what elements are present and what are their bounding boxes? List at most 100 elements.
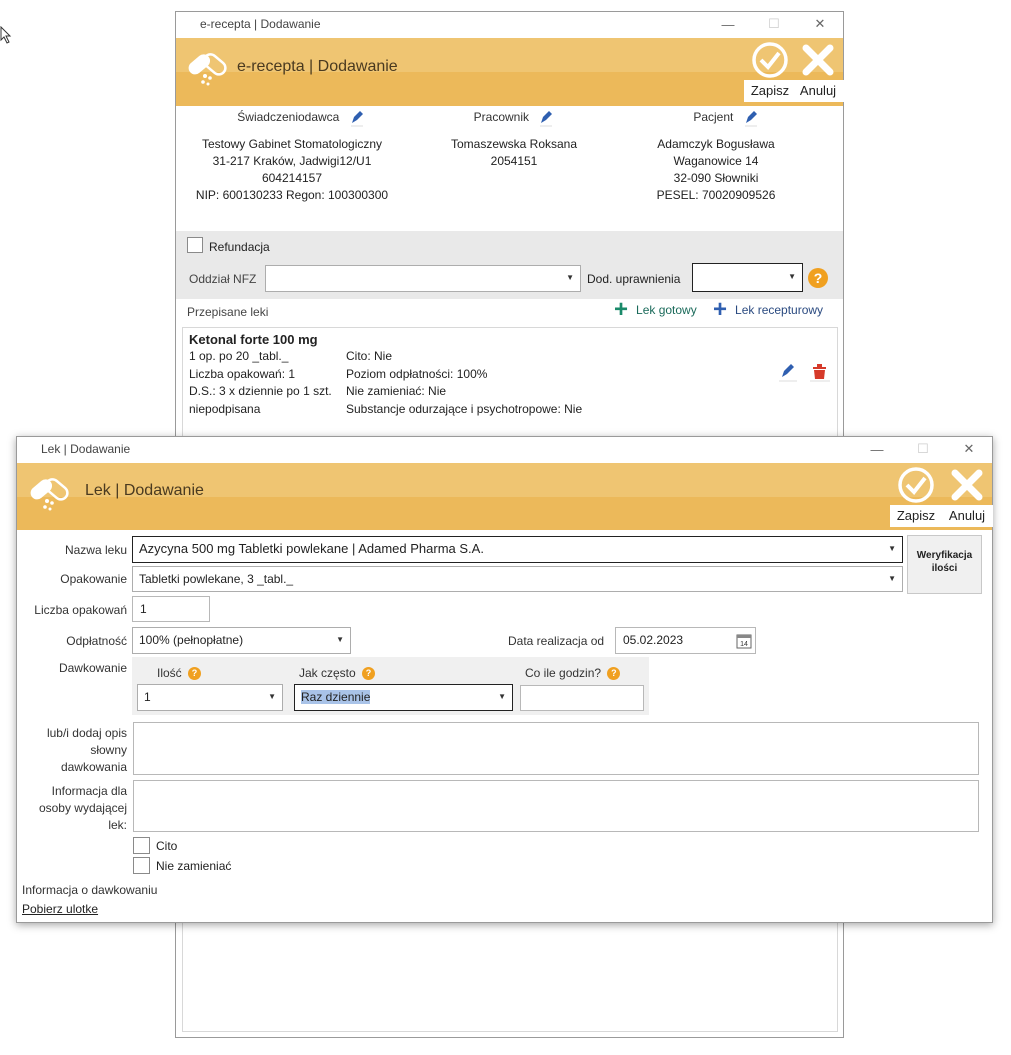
trash-icon[interactable] (810, 362, 830, 382)
drug-name: Ketonal forte 100 mg (189, 332, 318, 347)
add-ready-drug-button[interactable]: + Lek gotowy (614, 296, 697, 323)
employee-header: Pracownik (446, 109, 582, 127)
drug-item[interactable]: Ketonal forte 100 mg 1 op. po 20 _tabl._… (183, 328, 837, 428)
save-button[interactable]: Zapisz (744, 42, 796, 102)
employee-line: Tomaszewska Roksana (450, 137, 578, 151)
provider-line: NIP: 600130233 Regon: 100300300 (195, 188, 389, 202)
dosage-info-label: Informacja o dawkowaniu (22, 883, 158, 897)
nfz-select[interactable]: ▼ (265, 265, 581, 292)
date-input[interactable]: 05.02.2023 14 (615, 627, 756, 654)
check-icon (898, 467, 934, 503)
calendar-day: 14 (740, 641, 748, 648)
drug-add-dialog: Lek | Dodawanie — ☐ ✕ Lek | Dodawanie Za… (16, 436, 993, 923)
provider-header: Świadczeniodawca (196, 109, 406, 127)
payment-select[interactable]: 100% (pełnopłatne) ▼ (132, 627, 351, 654)
window-title: e-recepta | Dodawanie (200, 17, 321, 31)
verify-quantity-button[interactable]: Weryfikacja ilości (907, 535, 982, 594)
dosage-label: Dawkowanie (58, 661, 127, 675)
plus-icon: + (713, 296, 728, 323)
dosage-description-textarea[interactable] (133, 722, 979, 775)
save-label: Zapisz (890, 505, 942, 527)
qty-label: Ilość ? (157, 666, 202, 681)
package-label: Opakowanie (60, 572, 127, 586)
chevron-down-icon: ▼ (498, 692, 506, 701)
freq-label-text: Jak często (299, 666, 356, 680)
pencil-icon[interactable] (349, 109, 365, 127)
plus-icon: + (614, 296, 629, 323)
chevron-down-icon: ▼ (268, 692, 276, 701)
cancel-label: Anuluj (792, 80, 844, 102)
cancel-button[interactable]: Anuluj (941, 467, 993, 527)
desc-label: lub/i dodaj opis słowny dawkowania (17, 725, 127, 776)
close-icon (802, 44, 834, 76)
window-title: Lek | Dodawanie (41, 442, 131, 456)
count-value: 1 (140, 602, 147, 616)
payment-label: Odpłatność (66, 634, 127, 648)
count-input[interactable]: 1 (132, 596, 210, 622)
help-icon[interactable]: ? (362, 667, 376, 681)
band-title: e-recepta | Dodawanie (237, 58, 398, 75)
minimize-button[interactable]: — (705, 12, 751, 36)
help-icon[interactable]: ? (607, 667, 621, 681)
info-label-line: Informacja dla (51, 784, 127, 798)
cito-checkbox[interactable] (133, 837, 150, 854)
pencil-icon[interactable] (743, 109, 759, 127)
pencil-icon[interactable] (779, 362, 797, 382)
drug-detail: niepodpisana (189, 402, 261, 416)
qty-select[interactable]: 1 ▼ (137, 684, 283, 711)
pencil-icon[interactable] (538, 109, 554, 127)
drug-name-value: Azycyna 500 mg Tabletki powlekane | Adam… (139, 541, 484, 556)
dispenser-info-textarea[interactable] (133, 780, 979, 832)
package-select[interactable]: Tabletki powlekane, 3 _tabl._ ▼ (132, 566, 903, 592)
add-compound-drug-button[interactable]: + Lek recepturowy (713, 296, 824, 323)
maximize-button[interactable]: ☐ (751, 12, 797, 36)
close-window-button[interactable]: ✕ (946, 437, 992, 461)
refund-checkbox[interactable] (187, 237, 203, 253)
help-icon[interactable]: ? (188, 667, 202, 681)
desc-label-line: słowny (90, 743, 127, 757)
maximize-button[interactable]: ☐ (900, 437, 946, 461)
qty-value: 1 (144, 690, 151, 704)
add-compound-drug-label: Lek recepturowy (735, 303, 824, 317)
cancel-button[interactable]: Anuluj (792, 42, 844, 102)
header-band: e-recepta | Dodawanie Zapisz Anuluj (176, 38, 844, 106)
drug-name-label: Nazwa leku (64, 543, 127, 557)
provider-line: Testowy Gabinet Stomatologiczny (201, 137, 383, 151)
patient-header-label: Pacjent (693, 110, 734, 125)
qty-label-text: Ilość (157, 666, 182, 680)
nfz-label: Oddział NFZ (189, 272, 257, 286)
refund-label: Refundacja (209, 240, 270, 254)
patient-line: PESEL: 70020909526 (656, 188, 776, 202)
employee-line: 2054151 (490, 154, 538, 168)
minimize-button[interactable]: — (854, 437, 900, 461)
no-substitute-checkbox[interactable] (133, 857, 150, 874)
save-button[interactable]: Zapisz (890, 467, 942, 527)
pills-logo-icon (188, 53, 227, 86)
drug-detail: 1 op. po 20 _tabl._ (189, 349, 289, 363)
hours-label: Co ile godzin? ? (525, 666, 621, 681)
drug-detail: Poziom odpłatności: 100% (346, 367, 488, 381)
patient-line: Waganowice 14 (673, 154, 759, 168)
title-bar: Lek | Dodawanie — ☐ ✕ (17, 437, 992, 461)
calendar-icon[interactable]: 14 (736, 632, 752, 649)
patient-header: Pacjent (656, 109, 796, 127)
chevron-down-icon: ▼ (336, 635, 344, 644)
cancel-label: Anuluj (941, 505, 993, 527)
help-icon[interactable]: ? (808, 268, 828, 288)
provider-header-label: Świadczeniodawca (237, 110, 340, 125)
info-label-line: lek: (108, 818, 127, 832)
close-window-button[interactable]: ✕ (797, 12, 843, 36)
download-leaflet-link[interactable]: Pobierz ulotke (22, 902, 98, 916)
drug-name-select[interactable]: Azycyna 500 mg Tabletki powlekane | Adam… (132, 536, 903, 563)
freq-select[interactable]: Raz dziennie ▼ (294, 684, 513, 711)
count-label: Liczba opakowań (34, 603, 127, 617)
title-bar: e-recepta | Dodawanie — ☐ ✕ (176, 12, 843, 36)
patient-line: Adamczyk Bogusława (657, 137, 775, 151)
prescribed-label: Przepisane leki (187, 305, 269, 319)
extra-rights-select[interactable]: ▼ (692, 263, 803, 292)
provider-line: 604214157 (261, 171, 323, 185)
add-ready-drug-label: Lek gotowy (636, 303, 697, 317)
date-label: Data realizacja od (508, 634, 605, 648)
chevron-down-icon: ▼ (566, 273, 574, 282)
hours-input[interactable] (520, 685, 644, 711)
